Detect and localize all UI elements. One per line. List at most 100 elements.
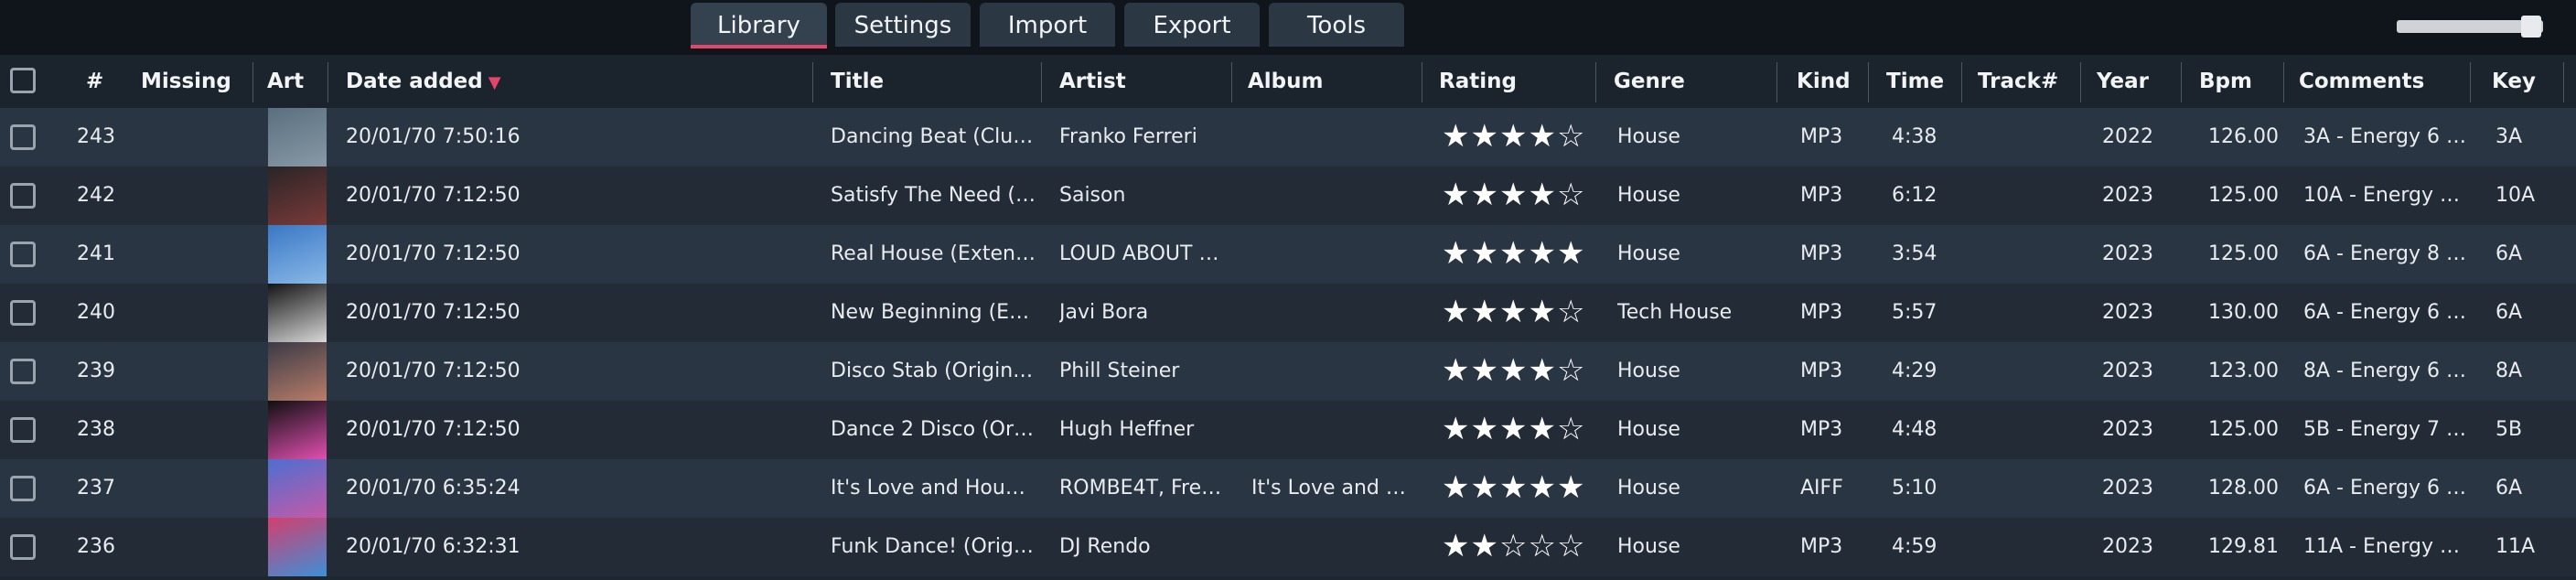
star-filled-icon[interactable]: ★ [1499, 352, 1528, 389]
column-divider[interactable] [1231, 62, 1232, 102]
table-row[interactable]: 239 20/01/70 7:12:50 Disco Stab (Original … [0, 342, 2576, 401]
star-filled-icon[interactable]: ★ [1499, 469, 1528, 506]
column-header-number[interactable]: # [86, 55, 103, 108]
tab-library[interactable]: Library [691, 3, 827, 48]
column-header-year[interactable]: Year [2097, 55, 2149, 108]
rating-stars[interactable]: ★★★★☆ [1442, 414, 1585, 445]
column-divider[interactable] [2470, 62, 2471, 102]
tab-export[interactable]: Export [1124, 3, 1260, 47]
star-filled-icon[interactable]: ★ [1528, 177, 1556, 213]
column-divider[interactable] [1041, 62, 1042, 102]
tab-tools[interactable]: Tools [1269, 3, 1404, 47]
tab-import[interactable]: Import [980, 3, 1115, 47]
table-row[interactable]: 243 20/01/70 7:50:16 Dancing Beat (Club ..… [0, 108, 2576, 166]
star-filled-icon[interactable]: ★ [1470, 352, 1498, 389]
column-header-title[interactable]: Title [831, 55, 884, 108]
row-checkbox[interactable] [10, 300, 36, 326]
star-filled-icon[interactable]: ★ [1528, 469, 1556, 506]
star-empty-icon[interactable]: ☆ [1499, 528, 1528, 564]
volume-slider-handle[interactable] [2521, 16, 2541, 38]
star-filled-icon[interactable]: ★ [1470, 294, 1498, 330]
star-filled-icon[interactable]: ★ [1528, 411, 1556, 447]
column-divider[interactable] [2181, 62, 2182, 102]
star-empty-icon[interactable]: ☆ [1557, 528, 1585, 564]
star-filled-icon[interactable]: ★ [1499, 235, 1528, 272]
star-filled-icon[interactable]: ★ [1470, 118, 1498, 155]
star-filled-icon[interactable]: ★ [1528, 294, 1556, 330]
column-header-kind[interactable]: Kind [1797, 55, 1851, 108]
star-filled-icon[interactable]: ★ [1557, 469, 1585, 506]
column-header-genre[interactable]: Genre [1614, 55, 1685, 108]
star-filled-icon[interactable]: ★ [1528, 352, 1556, 389]
star-filled-icon[interactable]: ★ [1528, 235, 1556, 272]
star-filled-icon[interactable]: ★ [1442, 177, 1470, 213]
rating-stars[interactable]: ★★★★☆ [1442, 296, 1585, 328]
column-divider[interactable] [1961, 62, 1962, 102]
column-header-rating[interactable]: Rating [1439, 55, 1517, 108]
star-filled-icon[interactable]: ★ [1442, 352, 1470, 389]
rating-stars[interactable]: ★★★★★ [1442, 238, 1585, 269]
column-header-art[interactable]: Art [267, 55, 304, 108]
star-filled-icon[interactable]: ★ [1442, 411, 1470, 447]
star-empty-icon[interactable]: ☆ [1557, 118, 1585, 155]
column-header-track-number[interactable]: Track# [1978, 55, 2058, 108]
table-row[interactable]: 240 20/01/70 7:12:50 New Beginning (Exte..… [0, 284, 2576, 342]
row-checkbox[interactable] [10, 242, 36, 267]
tab-settings[interactable]: Settings [835, 3, 971, 47]
column-header-artist[interactable]: Artist [1059, 55, 1126, 108]
rating-stars[interactable]: ★★★★★ [1442, 472, 1585, 503]
column-header-date-added[interactable]: Date added ▼ [346, 55, 501, 108]
table-row[interactable]: 237 20/01/70 6:35:24 It's Love and House (… [0, 459, 2576, 518]
star-filled-icon[interactable]: ★ [1557, 235, 1585, 272]
row-checkbox[interactable] [10, 359, 36, 384]
table-row[interactable]: 242 20/01/70 7:12:50 Satisfy The Need (Ext… [0, 166, 2576, 225]
star-filled-icon[interactable]: ★ [1470, 411, 1498, 447]
star-filled-icon[interactable]: ★ [1470, 469, 1498, 506]
star-empty-icon[interactable]: ☆ [1557, 352, 1585, 389]
star-filled-icon[interactable]: ★ [1442, 528, 1470, 564]
star-filled-icon[interactable]: ★ [1442, 118, 1470, 155]
star-filled-icon[interactable]: ★ [1442, 235, 1470, 272]
column-header-bpm[interactable]: Bpm [2199, 55, 2252, 108]
star-empty-icon[interactable]: ☆ [1557, 177, 1585, 213]
table-row[interactable]: 241 20/01/70 7:12:50 Real House (Extende..… [0, 225, 2576, 284]
table-row[interactable]: 238 20/01/70 7:12:50 Dance 2 Disco (Origin… [0, 401, 2576, 459]
star-empty-icon[interactable]: ☆ [1557, 294, 1585, 330]
star-filled-icon[interactable]: ★ [1470, 235, 1498, 272]
column-divider[interactable] [1868, 62, 1869, 102]
star-filled-icon[interactable]: ★ [1499, 118, 1528, 155]
column-header-comments[interactable]: Comments [2299, 55, 2424, 108]
column-header-album[interactable]: Album [1248, 55, 1324, 108]
table-row[interactable]: 236 20/01/70 6:32:31 Funk Dance! (Original… [0, 518, 2576, 576]
column-header-key[interactable]: Key [2492, 55, 2536, 108]
row-checkbox[interactable] [10, 183, 36, 209]
star-filled-icon[interactable]: ★ [1528, 118, 1556, 155]
column-header-time[interactable]: Time [1886, 55, 1944, 108]
rating-stars[interactable]: ★★☆☆☆ [1442, 531, 1585, 562]
column-divider[interactable] [2080, 62, 2081, 102]
star-filled-icon[interactable]: ★ [1499, 177, 1528, 213]
column-divider[interactable] [1595, 62, 1596, 102]
rating-stars[interactable]: ★★★★☆ [1442, 179, 1585, 210]
column-divider[interactable] [327, 62, 328, 102]
star-empty-icon[interactable]: ☆ [1557, 411, 1585, 447]
column-divider[interactable] [812, 62, 813, 102]
row-checkbox[interactable] [10, 534, 36, 560]
star-filled-icon[interactable]: ★ [1442, 294, 1470, 330]
star-filled-icon[interactable]: ★ [1499, 294, 1528, 330]
row-checkbox[interactable] [10, 476, 36, 501]
star-filled-icon[interactable]: ★ [1470, 177, 1498, 213]
column-header-missing[interactable]: Missing [141, 55, 231, 108]
row-checkbox[interactable] [10, 417, 36, 443]
column-divider[interactable] [1776, 62, 1777, 102]
star-filled-icon[interactable]: ★ [1470, 528, 1498, 564]
star-empty-icon[interactable]: ☆ [1528, 528, 1556, 564]
star-filled-icon[interactable]: ★ [1442, 469, 1470, 506]
rating-stars[interactable]: ★★★★☆ [1442, 121, 1585, 152]
column-divider[interactable] [2563, 62, 2564, 102]
column-divider[interactable] [252, 62, 253, 102]
star-filled-icon[interactable]: ★ [1499, 411, 1528, 447]
rating-stars[interactable]: ★★★★☆ [1442, 355, 1585, 386]
select-all-checkbox[interactable] [10, 68, 36, 93]
row-checkbox[interactable] [10, 124, 36, 150]
